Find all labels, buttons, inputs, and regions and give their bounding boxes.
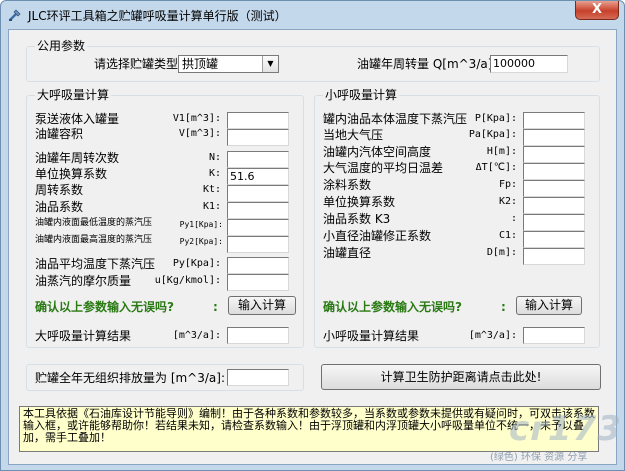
turnover-input[interactable]: 100000	[490, 55, 568, 73]
big-row-symbol: u[Kg/kmol]:	[154, 275, 221, 286]
big-row-symbol: Kt:	[202, 184, 221, 195]
small-calc-button[interactable]: 输入计算	[516, 296, 582, 315]
big-row-symbol: Py1[Kpa]:	[179, 220, 223, 229]
annual-emission-label: 贮罐全年无组织排放量为 [m^3/a]:	[35, 371, 225, 385]
big-row-label: 油品系数	[35, 200, 84, 214]
big-result-label: 大呼吸量计算结果	[35, 329, 132, 343]
main-panel: 公用参数 请选择贮罐类型: 拱顶罐 ▼ 油罐年周转量 Q[m^3/a]: 100…	[8, 29, 617, 465]
big-row-label: 油罐年周转次数	[35, 151, 120, 165]
k2-input[interactable]	[523, 197, 585, 214]
k3-input[interactable]	[523, 214, 585, 231]
small-row-label: 油品系数 K3	[323, 212, 391, 226]
common-params-title: 公用参数	[35, 39, 88, 53]
protection-distance-button[interactable]: 计算卫生防护距离请点击此处!	[321, 364, 601, 390]
small-row-label: 小直径油罐修正系数	[323, 229, 432, 243]
kt-input[interactable]	[227, 185, 289, 202]
turnover-label: 油罐年周转量 Q[m^3/a]:	[357, 57, 497, 71]
big-confirm-text: 确认以上参数输入无误吗?	[35, 300, 174, 314]
big-row-label: 油蒸汽的摩尔质量	[35, 274, 132, 288]
d-input[interactable]	[523, 248, 585, 265]
u-input[interactable]	[227, 274, 289, 291]
v1-input[interactable]	[227, 112, 289, 129]
watermark-logo: cr173	[509, 409, 622, 449]
small-row-label: 油罐直径	[323, 246, 372, 260]
common-params-group: 公用参数 请选择贮罐类型: 拱顶罐 ▼ 油罐年周转量 Q[m^3/a]: 100…	[26, 39, 600, 82]
py-input[interactable]	[227, 257, 289, 274]
big-row-symbol: N:	[208, 152, 221, 163]
pa-input[interactable]	[523, 129, 585, 146]
p-input[interactable]	[523, 112, 585, 129]
title-bar: JLC环评工具箱之贮罐呼吸量计算单行版（测试） X	[1, 1, 624, 29]
small-row-label: 罐内油品本体温度下蒸汽压	[323, 112, 468, 126]
small-row-symbol: Fp:	[498, 179, 517, 190]
big-row-label: 油罐内液面最低温度的蒸汽压	[35, 218, 153, 228]
py2-input[interactable]	[227, 236, 289, 253]
big-row-label: 单位换算系数	[35, 167, 108, 181]
big-row-symbol: Py[Kpa]:	[172, 258, 221, 269]
small-result-unit: [m^3/a]:	[468, 330, 517, 341]
big-confirm-colon: :	[213, 300, 218, 314]
window-title: JLC环评工具箱之贮罐呼吸量计算单行版（测试）	[28, 9, 287, 23]
small-row-label: 单位换算系数	[323, 195, 396, 209]
watermark-text: (绿色) 环保 资源 分享	[490, 452, 588, 463]
big-calc-button[interactable]: 输入计算	[228, 296, 296, 315]
small-confirm-text: 确认以上参数输入无误吗?	[323, 300, 462, 314]
small-row-symbol: :	[510, 213, 517, 224]
close-button[interactable]: X	[575, 1, 619, 20]
small-row-symbol: C1:	[498, 230, 517, 241]
small-result-label: 小呼吸量计算结果	[323, 329, 420, 343]
big-row-label: 泵送液体入罐量	[35, 112, 120, 126]
small-row-symbol: ΔT[℃]:	[475, 162, 517, 173]
small-breath-title: 小呼吸量计算	[323, 88, 400, 102]
app-icon	[9, 9, 21, 21]
py1-input[interactable]	[227, 219, 289, 236]
h-input[interactable]	[523, 146, 585, 163]
small-row-symbol: H[m]:	[486, 146, 517, 157]
small-row-symbol: K2:	[498, 196, 517, 207]
small-row-symbol: P[Kpa]:	[474, 113, 517, 124]
big-row-label: 油罐内液面最高温度的蒸汽压	[35, 235, 153, 245]
big-breath-group: 大呼吸量计算 泵送液体入罐量 V1[m^3]: 油罐容积 V[m^3]: 油罐年…	[26, 88, 304, 348]
big-result-field[interactable]	[227, 327, 289, 344]
big-row-symbol: Py2[Kpa]:	[179, 237, 223, 246]
big-row-symbol: K1:	[202, 201, 221, 212]
tank-type-value: 拱顶罐	[182, 57, 219, 71]
annual-emission-field[interactable]	[227, 369, 289, 386]
big-result-unit: [m^3/a]:	[172, 330, 221, 341]
big-row-symbol: K:	[208, 168, 221, 179]
small-result-field[interactable]	[523, 327, 585, 344]
k-input[interactable]: 51.6	[227, 168, 289, 185]
tank-type-select[interactable]: 拱顶罐 ▼	[178, 55, 279, 73]
big-row-label: 周转系数	[35, 183, 84, 197]
big-row-symbol: V1[m^3]:	[172, 113, 221, 124]
small-row-label: 大气温度的平均日温差	[323, 161, 444, 175]
annual-emission-group: 贮罐全年无组织排放量为 [m^3/a]:	[26, 364, 304, 391]
app-window: JLC环评工具箱之贮罐呼吸量计算单行版（测试） X 公用参数 请选择贮罐类型: …	[0, 0, 625, 471]
delta-t-input[interactable]	[523, 163, 585, 180]
k1-input[interactable]	[227, 202, 289, 219]
small-row-label: 涂料系数	[323, 178, 372, 192]
small-row-symbol: Pa[Kpa]:	[468, 129, 517, 140]
small-breath-group: 小呼吸量计算 罐内油品本体温度下蒸汽压 P[Kpa]: 当地大气压 Pa[Kpa…	[314, 88, 600, 348]
tank-type-label: 请选择贮罐类型:	[94, 57, 183, 71]
n-input[interactable]	[227, 151, 289, 168]
v-input[interactable]	[227, 129, 289, 146]
chevron-down-icon[interactable]: ▼	[262, 56, 278, 72]
big-row-symbol: V[m^3]:	[178, 128, 221, 139]
c1-input[interactable]	[523, 231, 585, 248]
small-row-label: 油罐内汽体空间高度	[323, 145, 432, 159]
big-row-label: 油罐容积	[35, 127, 84, 141]
small-confirm-colon: :	[501, 300, 506, 314]
small-row-label: 当地大气压	[323, 128, 384, 142]
small-row-symbol: D[m]:	[486, 247, 517, 258]
fp-input[interactable]	[523, 180, 585, 197]
big-breath-title: 大呼吸量计算	[35, 88, 112, 102]
